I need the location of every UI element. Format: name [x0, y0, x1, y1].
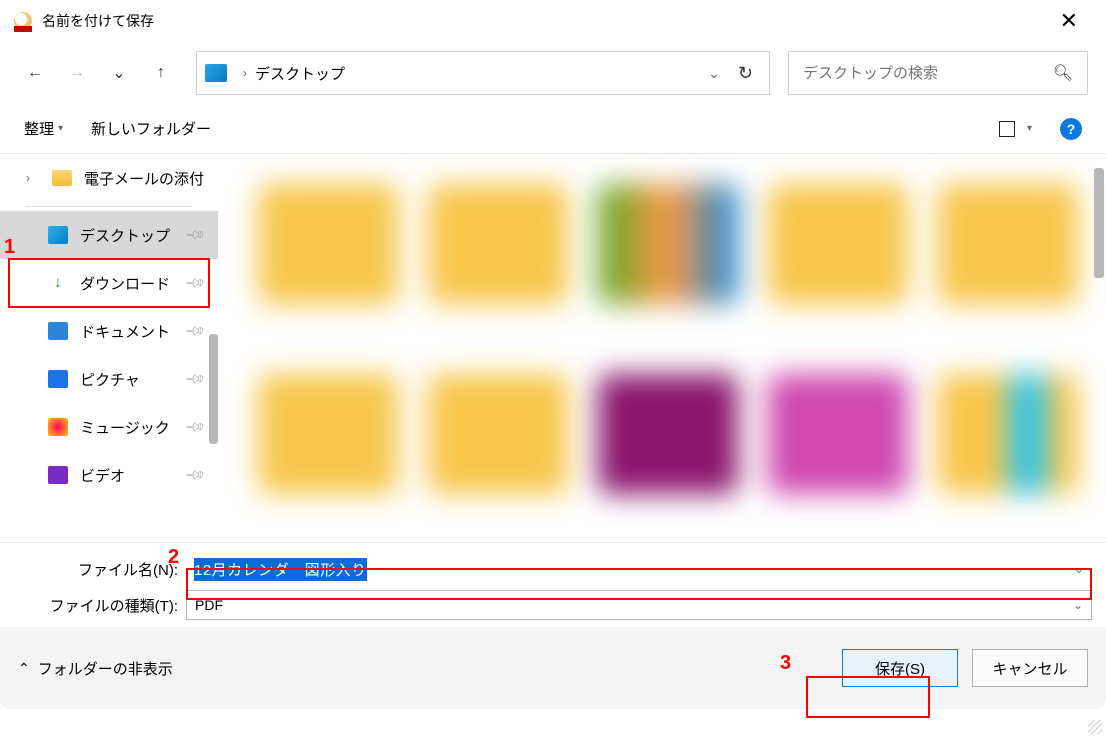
save-form: ファイル名(N): 12月カレンダー図形入り ⌄ ファイルの種類(T): PDF…	[0, 542, 1106, 709]
video-icon	[48, 466, 68, 484]
folder-icon	[52, 170, 72, 186]
pin-icon[interactable]: 📌︎	[184, 272, 207, 295]
sidebar-item-label: ピクチャ	[80, 369, 140, 390]
desktop-icon	[48, 226, 68, 244]
cancel-button[interactable]: キャンセル	[972, 649, 1088, 687]
location-icon	[205, 64, 227, 82]
forward-button[interactable]: →	[60, 56, 94, 90]
sidebar-item-label: ミュージック	[80, 417, 170, 438]
pin-icon[interactable]: 📌︎	[184, 416, 207, 439]
sidebar-scrollbar[interactable]	[209, 334, 218, 444]
address-bar[interactable]: › デスクトップ ⌄ ↻	[196, 51, 770, 95]
view-menu[interactable]: ▾	[999, 121, 1032, 137]
filetype-field[interactable]: PDF ⌄	[186, 590, 1092, 620]
annotation-2: 2	[168, 546, 179, 569]
navigation-row: ← → ⌄ ↑ › デスクトップ ⌄ ↻ 🔍︎	[0, 42, 1106, 104]
new-folder-button[interactable]: 新しいフォルダー	[91, 118, 211, 139]
picture-icon	[48, 370, 68, 388]
sidebar-divider	[26, 206, 192, 207]
sidebar-item-pictures[interactable]: ピクチャ 📌︎	[0, 355, 218, 403]
sidebar-root-label: 電子メールの添付	[84, 168, 204, 189]
chevron-up-icon: ⌃	[18, 660, 30, 677]
chevron-down-icon: ▾	[58, 123, 63, 134]
pin-icon[interactable]: 📌︎	[184, 320, 207, 343]
hide-folders-toggle[interactable]: ⌃ フォルダーの非表示	[18, 658, 173, 679]
sidebar-root-item[interactable]: › 電子メールの添付	[0, 154, 218, 202]
sidebar-item-label: デスクトップ	[80, 225, 170, 246]
view-icon	[999, 121, 1015, 137]
sidebar-item-desktop[interactable]: デスクトップ 📌︎	[0, 211, 218, 259]
recent-dropdown[interactable]: ⌄	[102, 56, 136, 90]
breadcrumb-location[interactable]: デスクトップ	[255, 63, 345, 84]
new-folder-label: 新しいフォルダー	[91, 118, 211, 139]
back-button[interactable]: ←	[18, 56, 52, 90]
content-scrollbar[interactable]	[1094, 168, 1104, 278]
title-bar: 名前を付けて保存 ✕	[0, 0, 1106, 42]
download-icon: ↓	[48, 274, 68, 292]
sidebar-item-label: ドキュメント	[80, 321, 170, 342]
chevron-down-icon[interactable]: ⌄	[1074, 562, 1084, 576]
file-content-area[interactable]	[218, 154, 1106, 542]
search-icon[interactable]: 🔍︎	[1053, 63, 1073, 83]
pin-icon[interactable]: 📌︎	[184, 464, 207, 487]
search-box[interactable]: 🔍︎	[788, 51, 1088, 95]
music-icon	[48, 418, 68, 436]
sidebar: › 電子メールの添付 デスクトップ 📌︎ ↓ ダウンロード 📌︎ ドキュメント …	[0, 154, 218, 542]
address-dropdown[interactable]: ⌄	[698, 65, 730, 82]
up-button[interactable]: ↑	[144, 56, 178, 90]
window-title: 名前を付けて保存	[42, 11, 154, 31]
filetype-label: ファイルの種類(T):	[14, 595, 186, 616]
expand-icon[interactable]: ›	[26, 171, 40, 185]
dialog-footer: ⌃ フォルダーの非表示 保存(S) キャンセル	[0, 627, 1106, 709]
save-button[interactable]: 保存(S)	[842, 649, 958, 687]
sidebar-item-videos[interactable]: ビデオ 📌︎	[0, 451, 218, 499]
sidebar-item-music[interactable]: ミュージック 📌︎	[0, 403, 218, 451]
organize-menu[interactable]: 整理 ▾	[24, 118, 63, 139]
filename-label: ファイル名(N):	[14, 559, 186, 580]
close-button[interactable]: ✕	[1046, 2, 1092, 40]
chevron-down-icon[interactable]: ⌄	[1073, 598, 1083, 612]
chevron-right-icon: ›	[243, 66, 247, 80]
blurred-content	[228, 164, 1076, 532]
sidebar-item-label: ダウンロード	[80, 273, 170, 294]
search-input[interactable]	[803, 65, 1053, 82]
annotation-3: 3	[780, 652, 791, 675]
annotation-1: 1	[4, 236, 15, 259]
filetype-value: PDF	[195, 597, 223, 613]
filename-value[interactable]: 12月カレンダー図形入り	[194, 558, 367, 581]
pin-icon[interactable]: 📌︎	[184, 368, 207, 391]
resize-grip[interactable]	[1088, 720, 1102, 734]
sidebar-item-label: ビデオ	[80, 465, 125, 486]
filename-field[interactable]: 12月カレンダー図形入り ⌄	[186, 554, 1092, 584]
help-button[interactable]: ?	[1060, 118, 1082, 140]
pin-icon[interactable]: 📌︎	[184, 224, 207, 247]
app-icon	[14, 12, 32, 30]
chevron-down-icon: ▾	[1027, 123, 1032, 134]
organize-label: 整理	[24, 118, 54, 139]
sidebar-item-downloads[interactable]: ↓ ダウンロード 📌︎	[0, 259, 218, 307]
sidebar-item-documents[interactable]: ドキュメント 📌︎	[0, 307, 218, 355]
toolbar: 整理 ▾ 新しいフォルダー ▾ ?	[0, 104, 1106, 154]
hide-folders-label: フォルダーの非表示	[38, 658, 173, 679]
refresh-button[interactable]: ↻	[730, 63, 761, 84]
document-icon	[48, 322, 68, 340]
